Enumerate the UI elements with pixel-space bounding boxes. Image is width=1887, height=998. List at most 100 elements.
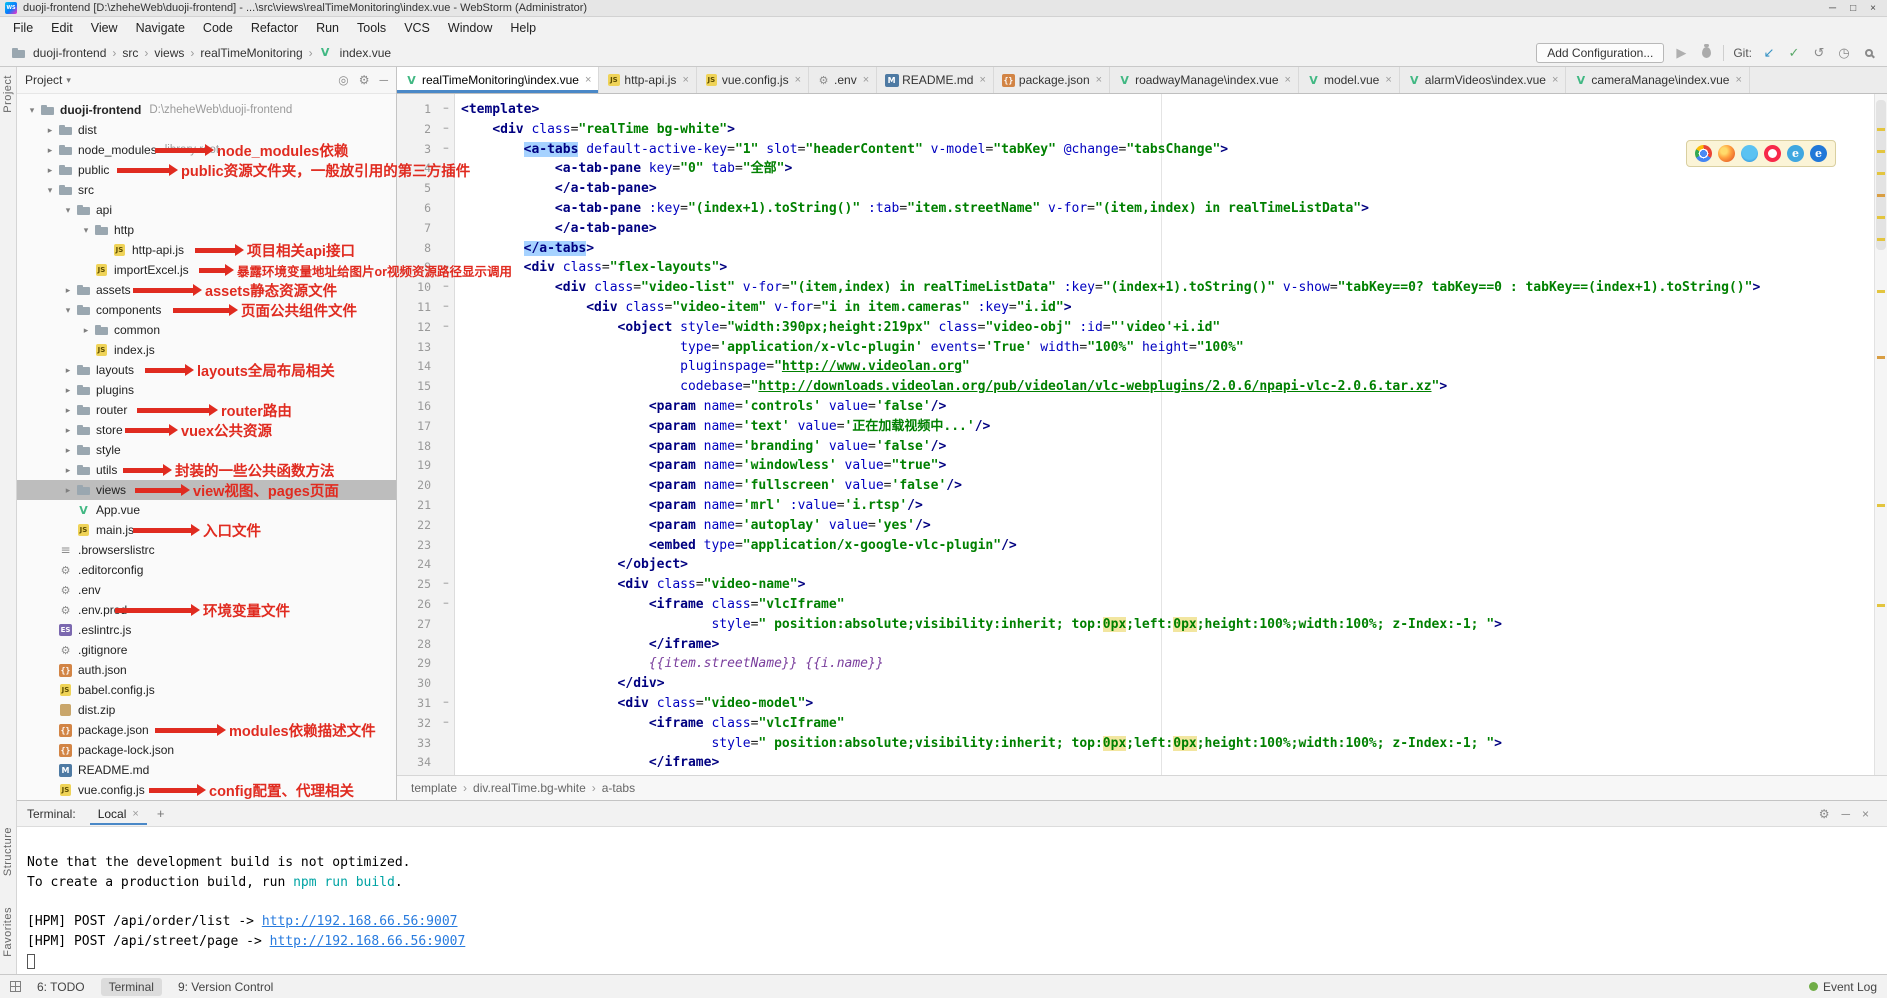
tree-item-main-js[interactable]: main.js: [17, 520, 396, 540]
tree-expanded-icon[interactable]: ▾: [61, 205, 75, 216]
tree-item-utils[interactable]: ▸utils: [17, 460, 396, 480]
new-terminal-icon[interactable]: +: [157, 806, 165, 821]
editor-tab-http-api-js[interactable]: http-api.js×: [599, 67, 696, 93]
git-revert-icon[interactable]: ↺: [1811, 46, 1827, 59]
tree-item-eslintrc-js[interactable]: .eslintrc.js: [17, 620, 396, 640]
terminal-settings-icon[interactable]: ⚙: [1819, 807, 1830, 821]
tree-collapsed-icon[interactable]: ▸: [43, 125, 57, 136]
menu-item-view[interactable]: View: [82, 19, 127, 37]
edge-icon[interactable]: [1810, 145, 1827, 162]
tree-collapsed-icon[interactable]: ▸: [43, 165, 57, 176]
minimize-icon[interactable]: ─: [1829, 1, 1836, 16]
code-line[interactable]: 8 </a-tabs>: [397, 239, 1874, 259]
tab-close-icon[interactable]: ×: [863, 74, 869, 86]
editor-tab-realtimemonitoring-index-vue[interactable]: realTimeMonitoring\index.vue×: [397, 67, 599, 93]
editor-tab-env[interactable]: .env×: [809, 67, 877, 93]
chrome-icon[interactable]: [1695, 145, 1712, 162]
code-line[interactable]: 33 style=" position:absolute;visibility:…: [397, 734, 1874, 754]
editor-scrollbar[interactable]: [1874, 94, 1887, 775]
close-icon[interactable]: ×: [1870, 1, 1876, 16]
tree-item-node-modules[interactable]: ▸node_moduleslibrary root: [17, 140, 396, 160]
tree-item-components[interactable]: ▾components: [17, 300, 396, 320]
tree-expanded-icon[interactable]: ▾: [43, 185, 57, 196]
fold-icon[interactable]: −: [437, 120, 455, 140]
code-line[interactable]: 20 <param name='fullscreen' value='false…: [397, 476, 1874, 496]
tree-item-duoji-frontend[interactable]: ▾duoji-frontendD:\zheheWeb\duoji-fronten…: [17, 100, 396, 120]
tab-close-icon[interactable]: ×: [1735, 74, 1741, 86]
terminal-close-icon[interactable]: ×: [1862, 807, 1869, 821]
statusbar-6-todo[interactable]: 6: TODO: [37, 980, 85, 994]
breadcrumb-item-realtimemonitoring[interactable]: realTimeMonitoring: [198, 46, 304, 60]
tree-item-importexcel-js[interactable]: importExcel.js: [17, 260, 396, 280]
tab-close-icon[interactable]: ×: [1285, 74, 1291, 86]
menu-item-vcs[interactable]: VCS: [395, 19, 439, 37]
debug-icon[interactable]: [1698, 47, 1714, 58]
code-line[interactable]: 22 <param name='autoplay' value='yes'/>: [397, 516, 1874, 536]
tree-expanded-icon[interactable]: ▾: [25, 105, 39, 116]
tree-item-env[interactable]: .env: [17, 580, 396, 600]
terminal-link[interactable]: http://192.168.66.56:9007: [270, 934, 466, 949]
code-line[interactable]: 13 type='application/x-vlc-plugin' event…: [397, 338, 1874, 358]
scrollbar-thumb[interactable]: [1876, 100, 1886, 250]
tool-windows-grid-icon[interactable]: [10, 981, 21, 992]
menu-item-window[interactable]: Window: [439, 19, 501, 37]
tree-item-index-js[interactable]: index.js: [17, 340, 396, 360]
code-line[interactable]: 23 <embed type="application/x-google-vlc…: [397, 536, 1874, 556]
tree-item-layouts[interactable]: ▸layouts: [17, 360, 396, 380]
code-line[interactable]: 16 <param name='controls' value='false'/…: [397, 397, 1874, 417]
breadcrumb-item-index-vue[interactable]: index.vue: [338, 46, 393, 60]
editor-tab-package-json[interactable]: package.json×: [994, 67, 1110, 93]
code-line[interactable]: 7 </a-tab-pane>: [397, 219, 1874, 239]
code-line[interactable]: 11− <div class="video-item" v-for="i in …: [397, 298, 1874, 318]
code-line[interactable]: 9− <div class="flex-layouts">: [397, 258, 1874, 278]
fold-icon[interactable]: −: [437, 694, 455, 714]
code-line[interactable]: 17 <param name='text' value='正在加载视频中...'…: [397, 417, 1874, 437]
opera-icon[interactable]: [1764, 145, 1781, 162]
tree-item-http[interactable]: ▾http: [17, 220, 396, 240]
safari-icon[interactable]: [1741, 145, 1758, 162]
tab-close-icon[interactable]: ×: [585, 74, 591, 86]
add-configuration-button[interactable]: Add Configuration...: [1536, 43, 1664, 63]
code-line[interactable]: 29 {{item.streetName}} {{i.name}}: [397, 654, 1874, 674]
tree-item-public[interactable]: ▸public: [17, 160, 396, 180]
code-line[interactable]: 27 style=" position:absolute;visibility:…: [397, 615, 1874, 635]
tree-collapsed-icon[interactable]: ▸: [79, 325, 93, 336]
code-line[interactable]: 12− <object style="width:390px;height:21…: [397, 318, 1874, 338]
tree-item-http-api-js[interactable]: http-api.js: [17, 240, 396, 260]
fold-icon[interactable]: −: [437, 278, 455, 298]
breadcrumb-item-views[interactable]: views: [152, 46, 186, 60]
tree-item-editorconfig[interactable]: .editorconfig: [17, 560, 396, 580]
code-line[interactable]: 31− <div class="video-model">: [397, 694, 1874, 714]
fold-icon[interactable]: −: [437, 100, 455, 120]
tree-collapsed-icon[interactable]: ▸: [61, 385, 75, 396]
ie-icon[interactable]: [1787, 145, 1804, 162]
terminal-minimize-icon[interactable]: ─: [1841, 807, 1850, 821]
menu-item-edit[interactable]: Edit: [42, 19, 82, 37]
tree-item-assets[interactable]: ▸assets: [17, 280, 396, 300]
tree-item-style[interactable]: ▸style: [17, 440, 396, 460]
history-icon[interactable]: ◷: [1836, 46, 1852, 59]
tree-collapsed-icon[interactable]: ▸: [61, 405, 75, 416]
tree-item-app-vue[interactable]: App.vue: [17, 500, 396, 520]
code-line[interactable]: 1−<template>: [397, 100, 1874, 120]
code-line[interactable]: 14 pluginspage="http://www.videolan.org": [397, 357, 1874, 377]
tree-item-views[interactable]: ▸views: [17, 480, 396, 500]
tree-item-vue-config-js[interactable]: vue.config.js: [17, 780, 396, 800]
editor-tab-alarmvideos-index-vue[interactable]: alarmVideos\index.vue×: [1400, 67, 1567, 93]
terminal-link[interactable]: http://192.168.66.56:9007: [262, 914, 458, 929]
tab-close-icon[interactable]: ×: [979, 74, 985, 86]
breadcrumb-item-src[interactable]: src: [120, 46, 140, 60]
hide-icon[interactable]: ─: [379, 73, 388, 87]
tree-item-env-prod[interactable]: .env.prod: [17, 600, 396, 620]
git-commit-icon[interactable]: ✓: [1786, 46, 1802, 59]
git-update-icon[interactable]: ↙: [1761, 46, 1777, 59]
terminal-output[interactable]: Note that the development build is not o…: [17, 827, 1887, 972]
breadcrumb-item-duoji-frontend[interactable]: duoji-frontend: [31, 46, 108, 60]
fold-icon[interactable]: −: [437, 714, 455, 734]
run-icon[interactable]: ▶: [1673, 46, 1689, 59]
editor-tab-roadwaymanage-index-vue[interactable]: roadwayManage\index.vue×: [1110, 67, 1299, 93]
tree-item-package-json[interactable]: package.json: [17, 720, 396, 740]
maximize-icon[interactable]: □: [1850, 1, 1856, 16]
tree-item-babel-config-js[interactable]: babel.config.js: [17, 680, 396, 700]
tree-item-plugins[interactable]: ▸plugins: [17, 380, 396, 400]
